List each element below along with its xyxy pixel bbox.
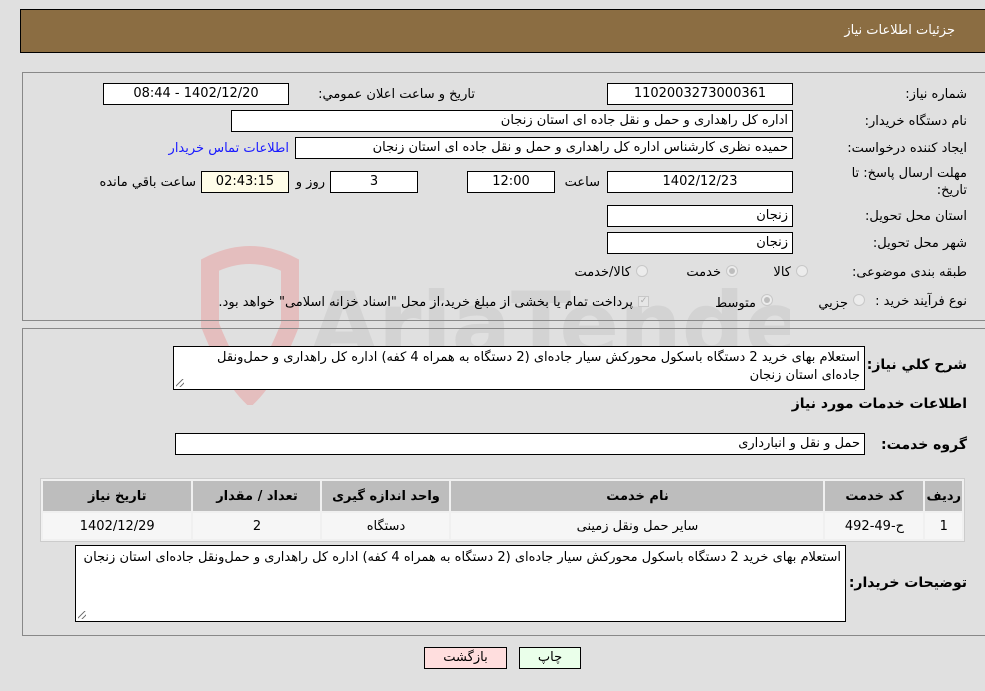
cell-unit: دستگاه: [322, 513, 450, 539]
cell-row-number: 1: [925, 513, 962, 539]
buyer-contact-link[interactable]: اطلاعات تماس خریدار: [169, 141, 289, 156]
delivery-city-label: شهر محل تحویل:: [872, 236, 967, 251]
need-number-label: شماره نیاز:: [905, 87, 967, 102]
need-number-field[interactable]: 1102003273000361: [607, 83, 793, 105]
category-radio-goods-service[interactable]: [636, 265, 648, 277]
print-button[interactable]: چاپ: [519, 647, 581, 669]
category-label: طبقه بندی موضوعی:: [851, 265, 967, 280]
requester-label: ایجاد کننده درخواست:: [847, 141, 967, 156]
page-header: جزئیات اطلاعات نیاز: [20, 9, 985, 53]
requester-field[interactable]: حمیده نظری کارشناس اداره کل راهداری و حم…: [295, 137, 793, 159]
delivery-province-label: استان محل تحویل:: [865, 209, 967, 224]
summary-textarea[interactable]: استعلام بهای خرید 2 دستگاه باسکول محورکش…: [173, 346, 865, 390]
remaining-days-field[interactable]: 3: [330, 171, 418, 193]
process-radio-medium[interactable]: [761, 294, 773, 306]
page-title: جزئیات اطلاعات نیاز: [844, 23, 955, 38]
process-radio-minor[interactable]: [853, 294, 865, 306]
buyer-notes-text: استعلام بهای خرید 2 دستگاه باسکول محورکش…: [83, 550, 841, 565]
buyer-org-field[interactable]: اداره کل راهداری و حمل و نقل جاده ای است…: [231, 110, 793, 132]
back-button[interactable]: بازگشت: [424, 647, 507, 669]
process-type-label: نوع فرآیند خرید :: [875, 294, 967, 309]
treasury-note: پرداخت تمام یا بخشی از مبلغ خرید،از محل …: [218, 295, 633, 310]
col-need-date: تاریخ نیاز: [43, 481, 192, 511]
col-quantity: تعداد / مقدار: [193, 481, 321, 511]
deadline-date-field[interactable]: 1402/12/23: [607, 171, 793, 193]
remaining-days-label: روز و: [295, 175, 325, 190]
cell-quantity: 2: [193, 513, 321, 539]
services-heading: اطلاعات خدمات مورد نیاز: [791, 396, 967, 412]
remaining-time-field: 02:43:15: [201, 171, 289, 193]
resize-grip-icon[interactable]: [78, 611, 86, 619]
buyer-notes-textarea[interactable]: استعلام بهای خرید 2 دستگاه باسکول محورکش…: [75, 545, 846, 622]
process-option-medium: متوسط: [715, 296, 756, 311]
deadline-time-label: ساعت: [564, 175, 600, 190]
need-info-panel: شماره نیاز: 1102003273000361 تاریخ و ساع…: [22, 72, 985, 321]
summary-text: استعلام بهای خرید 2 دستگاه باسکول محورکش…: [217, 350, 860, 383]
category-radio-goods[interactable]: [796, 265, 808, 277]
category-radio-service[interactable]: [726, 265, 738, 277]
announce-datetime-field[interactable]: 1402/12/20 - 08:44: [103, 83, 289, 105]
delivery-province-field[interactable]: زنجان: [607, 205, 793, 227]
services-table: ردیف کد خدمت نام خدمت واحد اندازه گیری ت…: [40, 478, 965, 542]
cell-service-code: ح-49-492: [825, 513, 924, 539]
announce-datetime-label: تاریخ و ساعت اعلان عمومي:: [318, 87, 475, 102]
cell-need-date: 1402/12/29: [43, 513, 192, 539]
table-header-row: ردیف کد خدمت نام خدمت واحد اندازه گیری ت…: [43, 481, 962, 511]
process-option-minor: جزيي: [818, 296, 848, 311]
cell-service-name: سایر حمل ونقل زمینی: [451, 513, 824, 539]
buyer-notes-label: توضیحات خریدار:: [848, 575, 967, 591]
col-row-number: ردیف: [925, 481, 962, 511]
category-option-service: خدمت: [686, 265, 721, 280]
col-unit: واحد اندازه گیری: [322, 481, 450, 511]
buyer-org-label: نام دستگاه خریدار:: [864, 114, 967, 129]
service-group-field[interactable]: حمل و نقل و انبارداری: [175, 433, 865, 455]
treasury-checkbox[interactable]: ✓: [638, 296, 649, 307]
category-option-goods: کالا: [773, 265, 791, 280]
table-row: 1 ح-49-492 سایر حمل ونقل زمینی دستگاه 2 …: [43, 513, 962, 539]
service-group-label: گروه خدمت:: [881, 437, 967, 453]
delivery-city-field[interactable]: زنجان: [607, 232, 793, 254]
resize-grip-icon[interactable]: [176, 379, 184, 387]
col-service-name: نام خدمت: [451, 481, 824, 511]
category-option-goods-service: کالا/خدمت: [574, 265, 631, 280]
deadline-label: مهلت ارسال پاسخ: تا تاریخ:: [851, 166, 967, 198]
remaining-time-label: ساعت باقي مانده: [99, 175, 196, 190]
col-service-code: کد خدمت: [825, 481, 924, 511]
deadline-time-field[interactable]: 12:00: [467, 171, 555, 193]
summary-label: شرح کلي نیاز:: [866, 357, 967, 373]
